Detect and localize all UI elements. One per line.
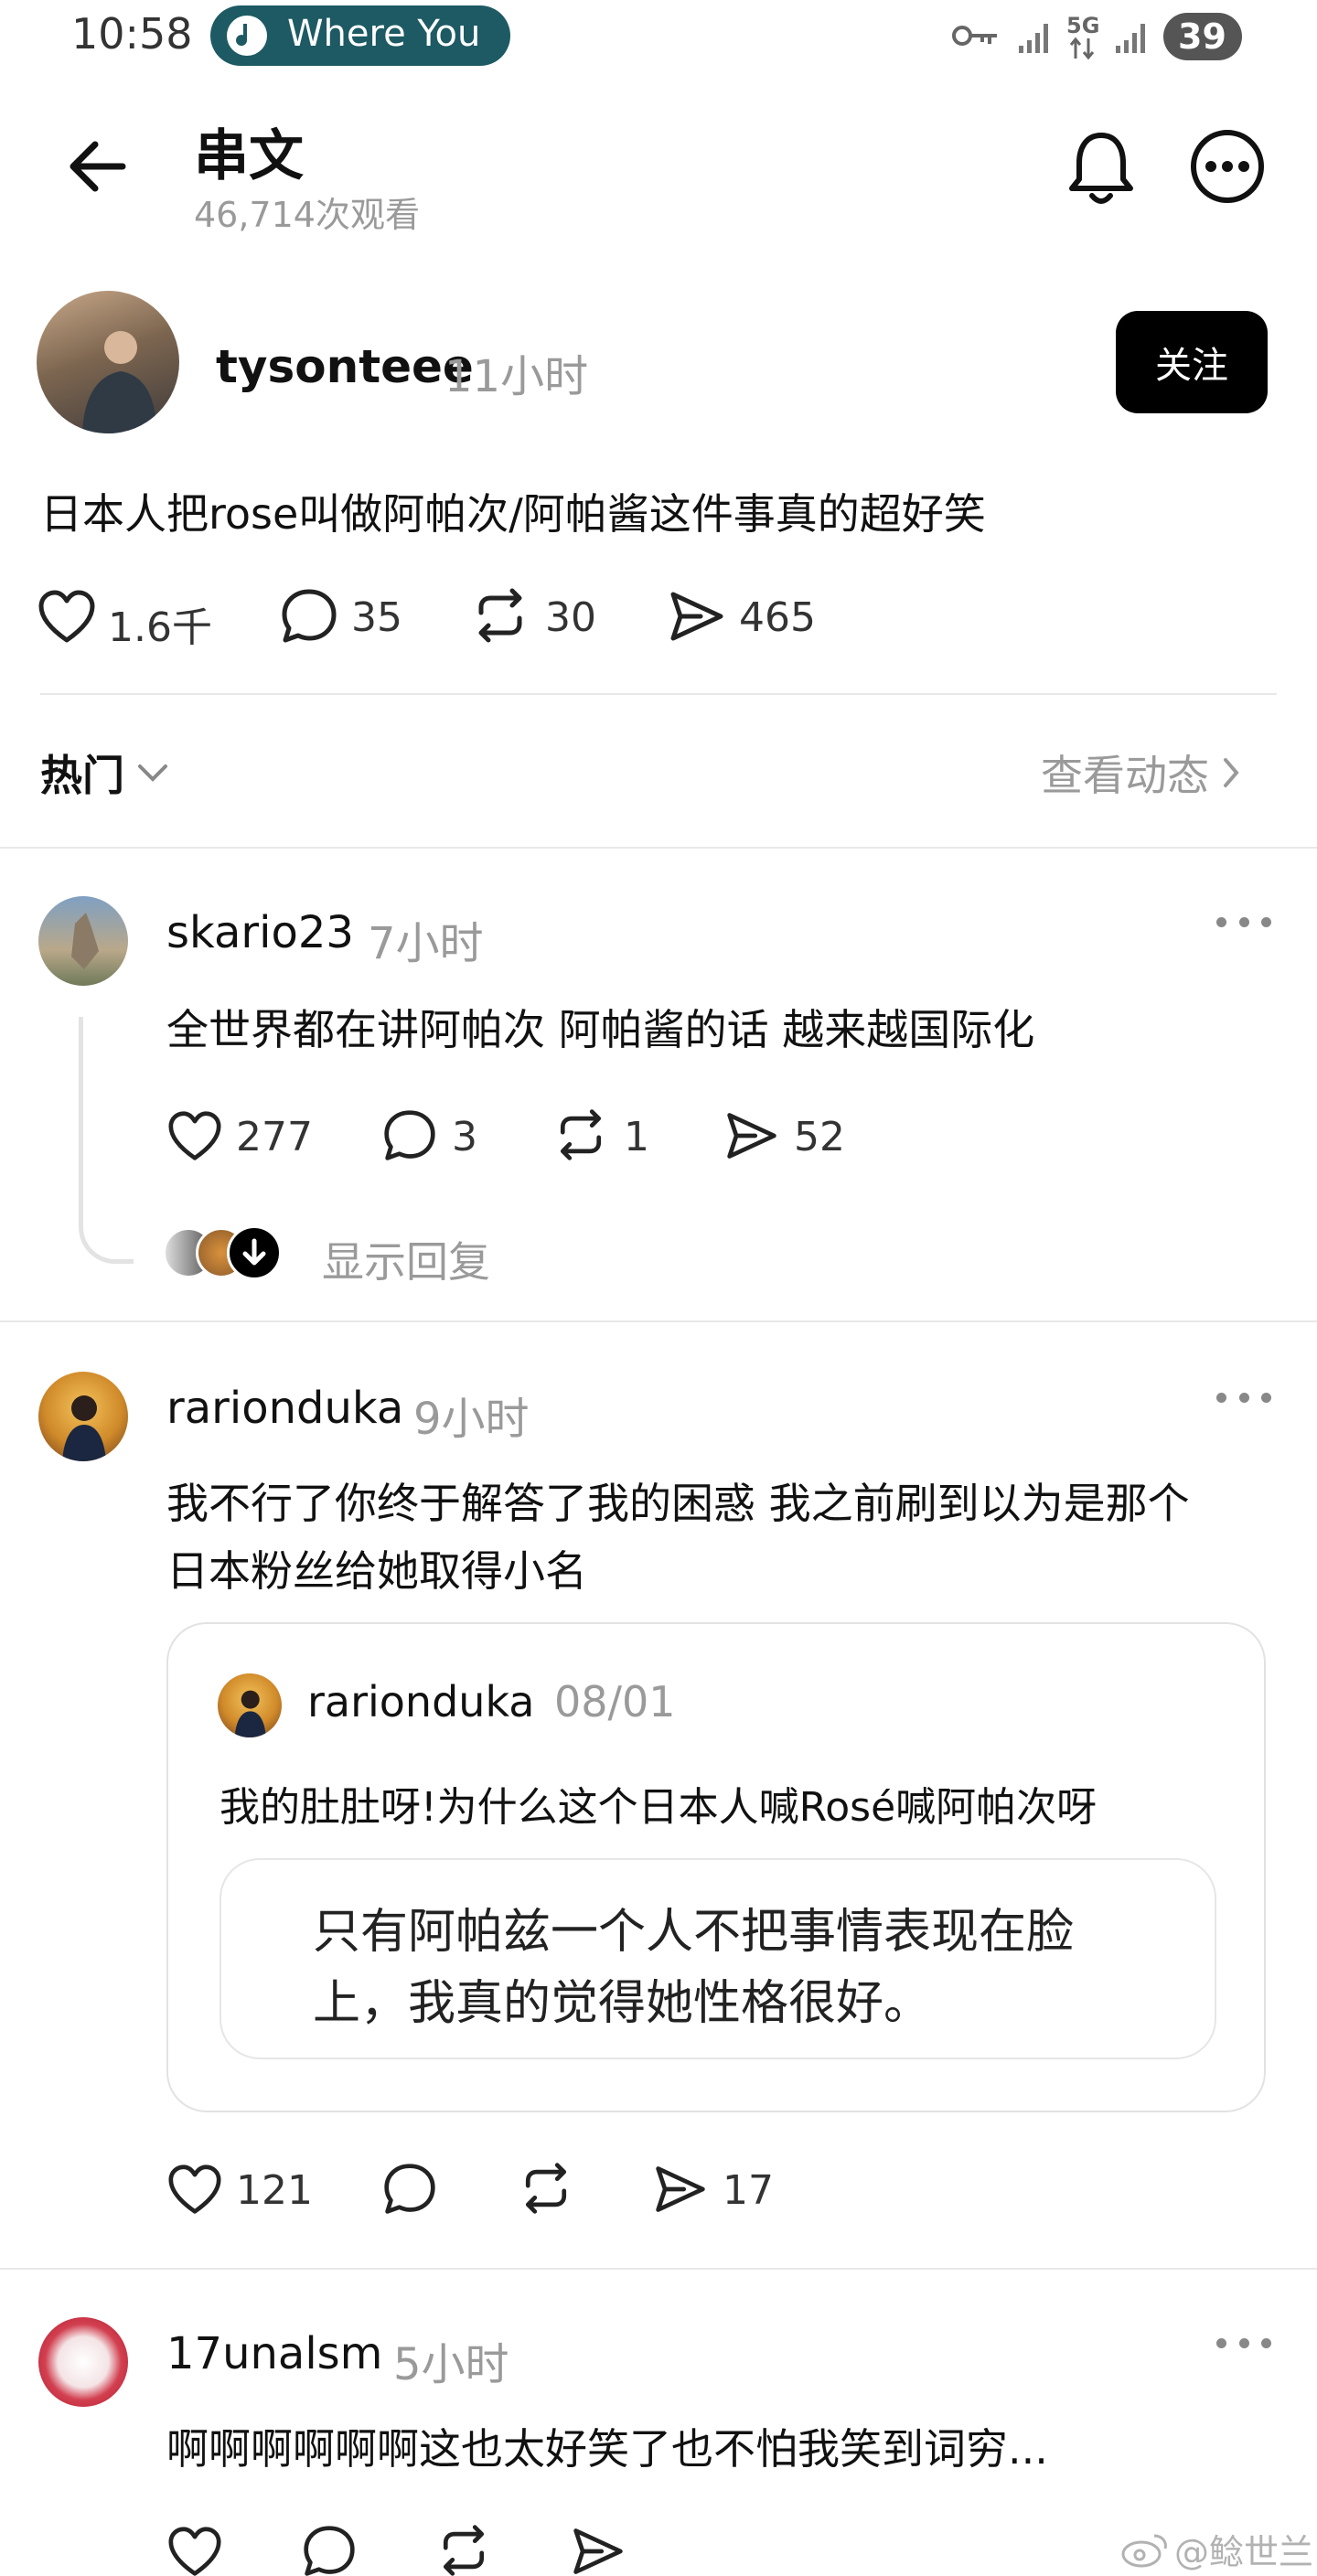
comment-icon[interactable] [382,2162,437,2217]
quote-avatar [218,1673,282,1737]
like-icon[interactable] [37,589,97,646]
divider [0,2268,1317,2270]
music-note-icon [227,16,267,56]
post-author-name[interactable]: tysonteee [216,340,474,393]
reply-text: 啊啊啊啊啊啊这也太好笑了也不怕我笑到词穷... [166,2424,1048,2474]
reply-time: 9小时 [413,1394,530,1445]
comment-icon[interactable] [382,1108,437,1163]
music-pill[interactable]: Where You [210,5,510,66]
post-time: 11小时 [444,351,589,402]
reply-more-icon[interactable] [1216,1388,1271,1406]
reply-like-count: 277 [236,1114,313,1160]
bell-icon[interactable] [1065,126,1138,208]
back-arrow-icon[interactable] [64,137,128,196]
divider [0,1320,1317,1322]
network-arrows-icon [1068,37,1096,60]
top-nav: 串文 46,714次观看 [0,91,1317,238]
reply-text: 全世界都在讲阿帕次 阿帕酱的话 越来越国际化 [166,1005,1035,1054]
reply-time: 7小时 [368,918,484,969]
reply-text-line1: 我不行了你终于解答了我的困惑 我之前刷到以为是那个 [166,1479,1190,1528]
quote-embedded-image: 只有阿帕兹一个人不把事情表现在脸 上，我真的觉得她性格很好。 [220,1858,1216,2059]
comment-icon[interactable] [302,2524,357,2576]
thread-line [79,1017,134,1264]
like-icon[interactable] [166,1110,223,1163]
share-icon[interactable] [653,2162,708,2217]
page-title: 串文 [194,124,304,188]
share-icon[interactable] [668,587,726,646]
key-icon [951,20,1001,51]
post-repost-count: 30 [545,594,596,641]
repost-icon[interactable] [518,2160,574,2217]
repost-icon[interactable] [435,2522,492,2576]
reply-text-line2: 日本粉丝给她取得小名 [166,1546,587,1596]
chevron-down-icon [137,763,168,783]
watermark: @鲶世兰 [1121,2524,1313,2574]
quoted-post-card[interactable]: rarionduka 08/01 我的肚肚呀!为什么这个日本人喊Rosé喊阿帕次… [166,1622,1266,2112]
follow-button-label: 关注 [1155,345,1228,387]
reply-author-name[interactable]: rarionduka [166,1383,403,1434]
like-icon[interactable] [166,2164,223,2217]
like-icon[interactable] [166,2526,223,2576]
reply-like-count: 121 [236,2167,313,2214]
reply-repost-count: 1 [624,1114,649,1160]
signal-icon [1017,20,1054,55]
post-share-count: 465 [739,594,816,641]
reply-avatar[interactable] [38,1372,128,1461]
quote-date: 08/01 [554,1677,676,1726]
embedded-text-line2: 上，我真的觉得她性格很好。 [313,1976,932,2031]
repost-icon[interactable] [552,1106,609,1163]
post-comment-count: 35 [351,594,402,641]
reply-share-count: 17 [723,2167,774,2214]
more-options-icon[interactable] [1189,128,1266,205]
embedded-text-line1: 只有阿帕兹一个人不把事情表现在脸 [313,1905,1075,1960]
post-author-avatar[interactable] [37,291,179,433]
quote-author-name: rarionduka [307,1677,535,1726]
arrow-down-circle-icon [227,1225,282,1280]
status-time: 10:58 [71,9,193,59]
sort-dropdown[interactable]: 热门 [40,741,168,805]
sort-label: 热门 [40,751,124,800]
divider [40,693,1277,695]
battery-level: 39 [1178,16,1226,57]
repost-icon[interactable] [470,585,530,646]
watermark-text: @鲶世兰 [1174,2532,1314,2572]
share-icon[interactable] [724,1108,779,1163]
divider [0,847,1317,849]
reply-avatars-stack[interactable] [163,1225,291,1280]
show-replies-link[interactable]: 显示回复 [322,1229,490,1289]
music-pill-label: Where You [287,13,481,55]
reply-share-count: 52 [794,1114,845,1160]
reply-time: 5小时 [393,2339,509,2390]
reply-more-icon[interactable] [1216,2334,1271,2352]
reply-more-icon[interactable] [1216,913,1271,931]
weibo-logo-icon [1121,2530,1169,2569]
reply-avatar[interactable] [38,2317,128,2407]
view-activity-label: 查看动态 [1041,751,1209,800]
comment-icon[interactable] [280,587,338,646]
post-text: 日本人把rose叫做阿帕次/阿帕酱这件事真的超好笑 [40,489,986,539]
battery-icon: 39 [1163,13,1242,60]
view-count: 46,714次观看 [194,195,420,235]
follow-button[interactable]: 关注 [1116,311,1268,413]
post-like-count: 1.6千 [108,604,212,651]
chevron-right-icon [1222,757,1240,788]
share-icon[interactable] [571,2524,626,2576]
reply-author-name[interactable]: skario23 [166,907,354,958]
signal-icon-2 [1114,20,1151,55]
reply-comment-count: 3 [452,1114,477,1160]
view-activity-link[interactable]: 查看动态 [1041,741,1240,805]
network-label: 5G [1066,13,1100,38]
reply-avatar[interactable] [38,896,128,986]
reply-author-name[interactable]: 17unalsm [166,2328,382,2379]
status-bar: 10:58 Where You 5G 39 [0,0,1317,73]
quote-text: 我的肚肚呀!为什么这个日本人喊Rosé喊阿帕次呀 [220,1784,1098,1831]
